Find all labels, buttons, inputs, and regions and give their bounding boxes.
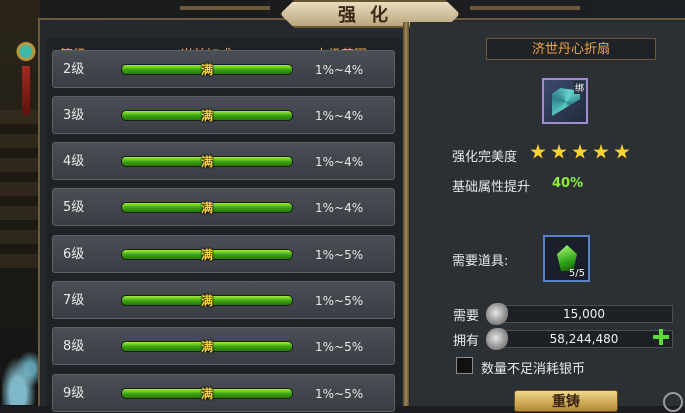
frame-ornament	[470, 6, 580, 10]
need-bar: 15,000	[486, 303, 673, 325]
jade-knot-icon	[16, 38, 36, 68]
level-label: 8级	[63, 339, 85, 354]
bonus-status: 满	[200, 63, 213, 77]
plant-decoration-icon	[2, 345, 42, 405]
item-slot[interactable]: 绑	[542, 78, 588, 124]
have-label: 拥有	[453, 334, 480, 349]
range-value: 1%~4%	[315, 201, 364, 215]
need-label: 需要	[453, 309, 480, 324]
range-value: 1%~4%	[315, 109, 364, 123]
bonus-status: 满	[200, 155, 213, 169]
bonus-status: 满	[200, 340, 213, 354]
star-icon	[593, 144, 609, 159]
level-row[interactable]: 7级 满 1%~5%	[52, 281, 395, 319]
range-value: 1%~5%	[315, 340, 364, 354]
range-value: 1%~5%	[315, 294, 364, 308]
item-name: 济世丹心折扇	[486, 38, 656, 60]
use-silver-label: 数量不足消耗银币	[481, 362, 586, 377]
range-value: 1%~5%	[315, 387, 364, 401]
perfection-stars	[530, 144, 630, 160]
level-label: 5级	[63, 200, 85, 215]
level-label: 4级	[63, 154, 85, 169]
star-icon	[530, 144, 546, 159]
panel-divider	[403, 22, 409, 406]
range-value: 1%~4%	[315, 155, 364, 169]
level-row[interactable]: 2级 满 1%~4%	[52, 50, 395, 88]
add-silver-button[interactable]	[652, 328, 670, 346]
star-icon	[572, 144, 588, 159]
attr-value: 40%	[552, 176, 584, 191]
need-value: 15,000	[563, 307, 605, 321]
required-label: 需要道具:	[452, 254, 509, 269]
tassel-icon	[22, 66, 30, 116]
star-icon	[614, 144, 630, 159]
level-label: 3级	[63, 108, 85, 123]
level-label: 6级	[63, 247, 85, 262]
perfection-label: 强化完美度	[452, 150, 518, 165]
star-icon	[551, 144, 567, 159]
level-row[interactable]: 6级 满 1%~5%	[52, 235, 395, 273]
bonus-status: 满	[200, 109, 213, 123]
bonus-status: 满	[200, 294, 213, 308]
level-row[interactable]: 9级 满 1%~5%	[52, 374, 395, 412]
background-scroll-text	[0, 110, 38, 270]
help-icon[interactable]	[663, 392, 683, 412]
required-item-slot[interactable]: 5/5	[543, 235, 590, 282]
have-bar: 58,244,480	[486, 328, 673, 350]
bound-badge: 绑	[573, 81, 585, 94]
level-row[interactable]: 4级 满 1%~4%	[52, 142, 395, 180]
recast-button[interactable]: 重铸	[514, 390, 618, 412]
level-row[interactable]: 3级 满 1%~4%	[52, 96, 395, 134]
title-text: 强化	[338, 5, 402, 26]
frame-ornament	[180, 6, 270, 10]
level-label: 9级	[63, 386, 85, 401]
level-label: 2级	[63, 62, 85, 77]
required-count: 5/5	[568, 268, 585, 279]
level-label: 7级	[63, 293, 85, 308]
use-silver-checkbox[interactable]	[456, 357, 473, 374]
bonus-status: 满	[200, 201, 213, 215]
bonus-status: 满	[200, 248, 213, 262]
level-row[interactable]: 5级 满 1%~4%	[52, 188, 395, 226]
level-row[interactable]: 8级 满 1%~5%	[52, 327, 395, 365]
range-value: 1%~5%	[315, 248, 364, 262]
attr-label: 基础属性提升	[452, 180, 531, 195]
have-value: 58,244,480	[549, 332, 619, 346]
range-value: 1%~4%	[315, 63, 364, 77]
bonus-status: 满	[200, 387, 213, 401]
